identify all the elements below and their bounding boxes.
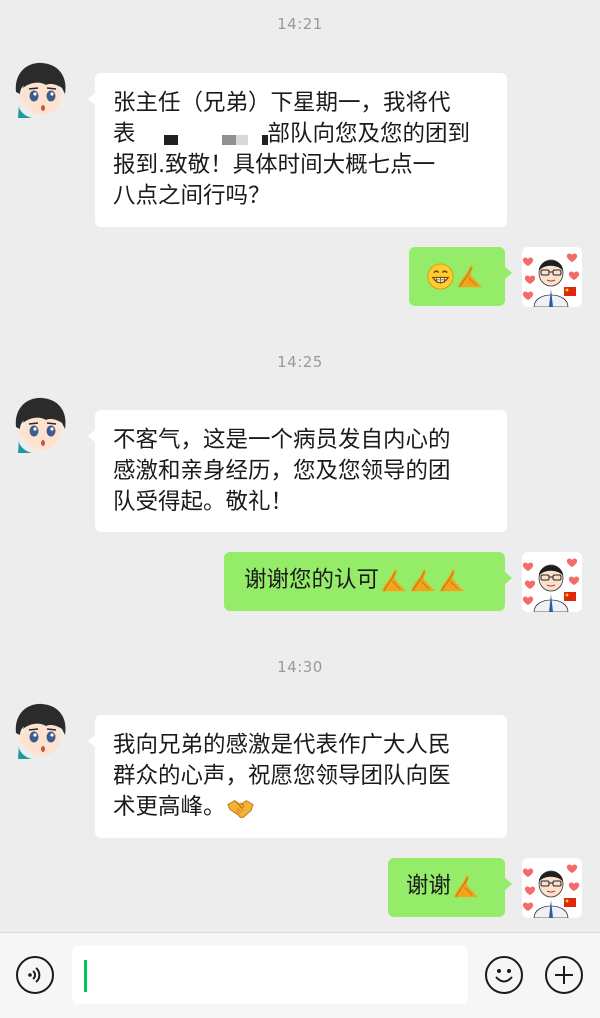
incoming-message-bubble[interactable]: 我向兄弟的感激是代表作广大人民 群众的心声，祝愿您领导团队向医 术更高峰。 [88,715,507,838]
plus-icon[interactable] [545,956,583,994]
message-text: 谢谢您的认可 [244,567,380,593]
my-avatar[interactable] [522,247,582,307]
pray-emoji [451,872,480,901]
grin-emoji [426,262,455,291]
contact-avatar[interactable] [10,58,70,118]
message-text: 群众的心声，祝愿您领导团队向医 [113,763,451,789]
voice-icon[interactable] [16,956,54,994]
message-input[interactable] [72,946,468,1004]
message-text: 表 [113,121,136,147]
message-text: 张主任（兄弟）下星期一，我将代 [113,90,451,116]
emoji-icon[interactable] [485,956,523,994]
message-text: 不客气，这是一个病员发自内心的 [113,427,451,453]
pray-emoji [408,566,437,595]
pray-emoji [379,566,408,595]
incoming-message-bubble[interactable]: 不客气，这是一个病员发自内心的 感激和亲身经历，您及您领导的团 队受得起。敬礼！ [88,410,507,532]
message-text: 我向兄弟的感激是代表作广大人民 [113,732,451,758]
my-avatar[interactable] [522,552,582,612]
timestamp: 14:25 [277,353,323,371]
message-text: 感激和亲身经历，您及您领导的团 [113,458,451,484]
outgoing-message-bubble[interactable] [409,247,512,306]
outgoing-message-bubble[interactable]: 谢谢您的认可 [224,552,512,611]
message-text: 队受得起。敬礼！ [113,489,294,515]
input-toolbar [0,932,600,1018]
handshake-emoji [226,793,255,822]
contact-avatar[interactable] [10,699,70,759]
timestamp: 14:30 [277,658,323,676]
my-avatar[interactable] [522,858,582,918]
message-text: 八点之间行吗？ [113,183,271,209]
timestamp: 14:21 [277,15,323,33]
contact-avatar[interactable] [10,393,70,453]
message-text: 报到.致敬！具体时间大概七点一 [113,152,436,178]
incoming-message-bubble[interactable]: 张主任（兄弟）下星期一，我将代 表 部队向您及您的团到 报到.致敬！具体时间大概七… [88,73,507,227]
message-text: 谢谢 [406,873,452,899]
text-caret [84,960,87,992]
message-text: 术更高峰。 [113,794,226,820]
outgoing-message-bubble[interactable]: 谢谢 [388,858,512,917]
pray-emoji [437,566,466,595]
message-text: 部队向您及您的团到 [267,121,471,147]
pray-emoji [455,262,484,291]
